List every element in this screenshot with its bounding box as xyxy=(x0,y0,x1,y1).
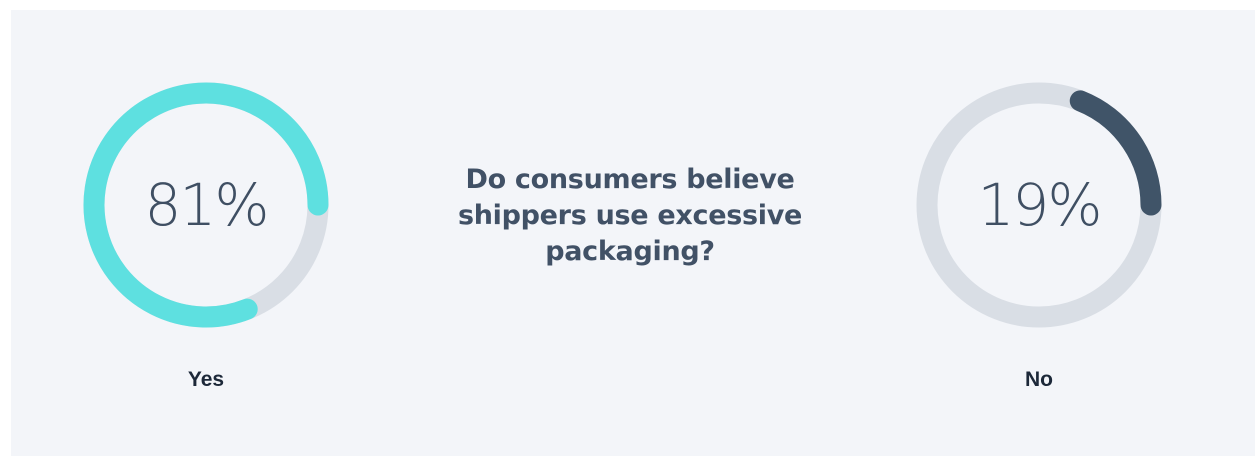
donut-no-label: No xyxy=(1025,368,1053,391)
donut-yes: 81% xyxy=(81,80,331,330)
chart-title: Do consumers believe shippers use excess… xyxy=(457,164,803,267)
donut-no: 19% xyxy=(914,80,1164,330)
donut-yes-percent: 81% xyxy=(144,171,270,239)
donut-no-percent: 19% xyxy=(977,171,1103,239)
donut-yes-label: Yes xyxy=(187,368,225,391)
